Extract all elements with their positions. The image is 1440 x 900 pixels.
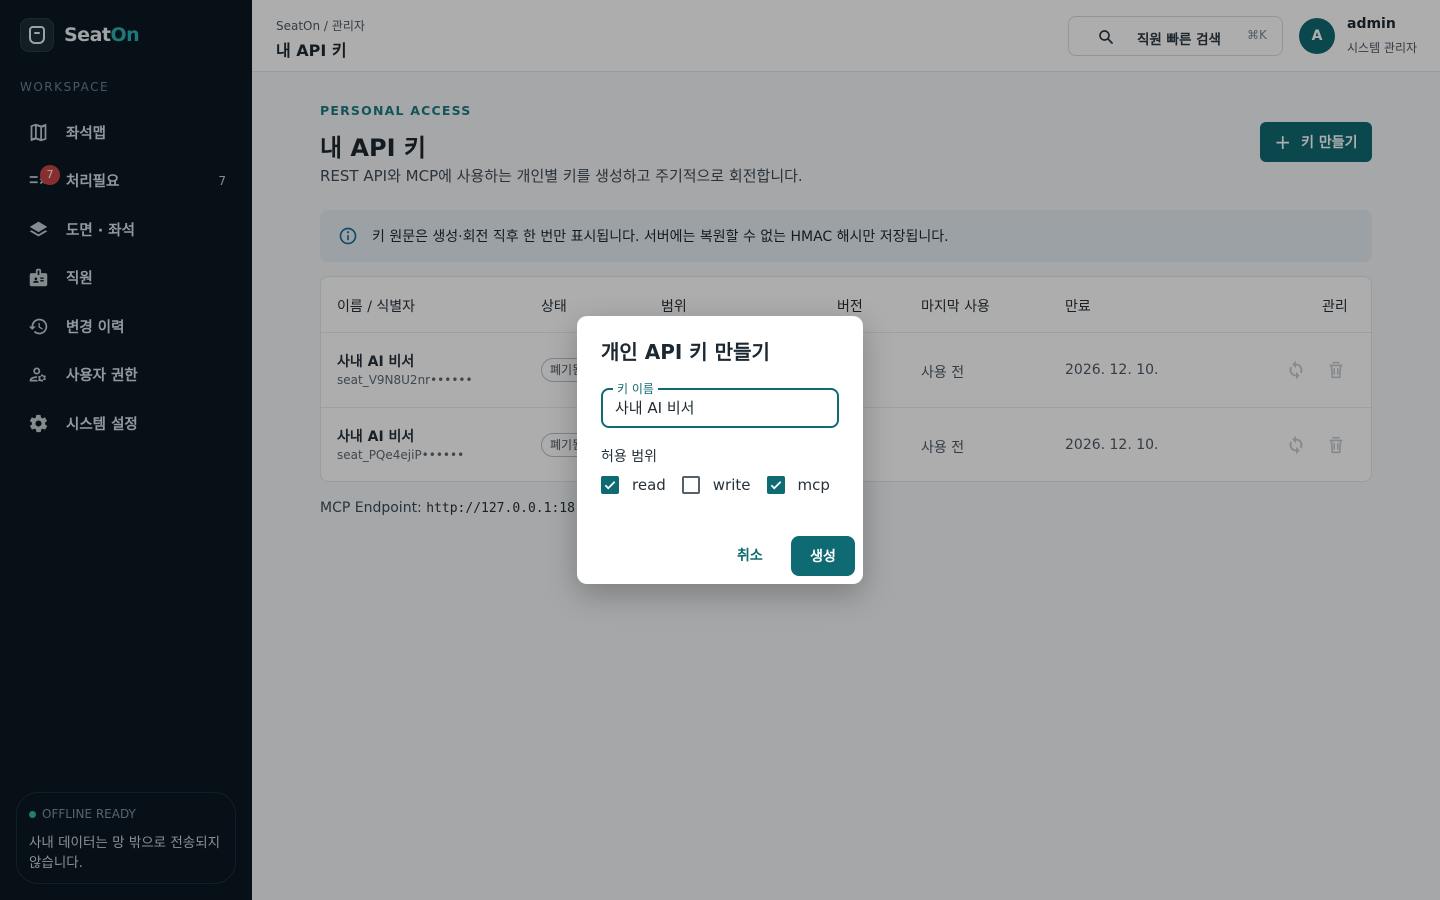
checkbox-checked-icon[interactable] — [766, 476, 785, 494]
checkbox-label: write — [712, 476, 751, 494]
checkbox-label: read — [632, 476, 666, 494]
create-key-dialog: 개인 API 키 만들기 키 이름 허용 범위 read write mcp 취… — [577, 316, 863, 584]
checkbox-checked-icon[interactable] — [601, 476, 619, 494]
scope-read-checkbox[interactable]: read — [601, 476, 666, 494]
submit-button[interactable]: 생성 — [791, 536, 855, 576]
checkbox-unchecked-icon[interactable] — [681, 476, 700, 494]
key-name-input[interactable] — [615, 398, 825, 416]
scope-mcp-checkbox[interactable]: mcp — [766, 476, 830, 494]
dialog-title: 개인 API 키 만들기 — [601, 340, 770, 364]
scope-write-checkbox[interactable]: write — [681, 476, 751, 494]
scope-label: 허용 범위 — [601, 449, 657, 465]
scope-checkboxes: read write mcp — [601, 476, 846, 494]
field-label: 키 이름 — [613, 380, 658, 397]
cancel-button[interactable]: 취소 — [723, 540, 777, 570]
key-name-field[interactable]: 키 이름 — [601, 380, 839, 428]
checkbox-label: mcp — [797, 476, 830, 494]
